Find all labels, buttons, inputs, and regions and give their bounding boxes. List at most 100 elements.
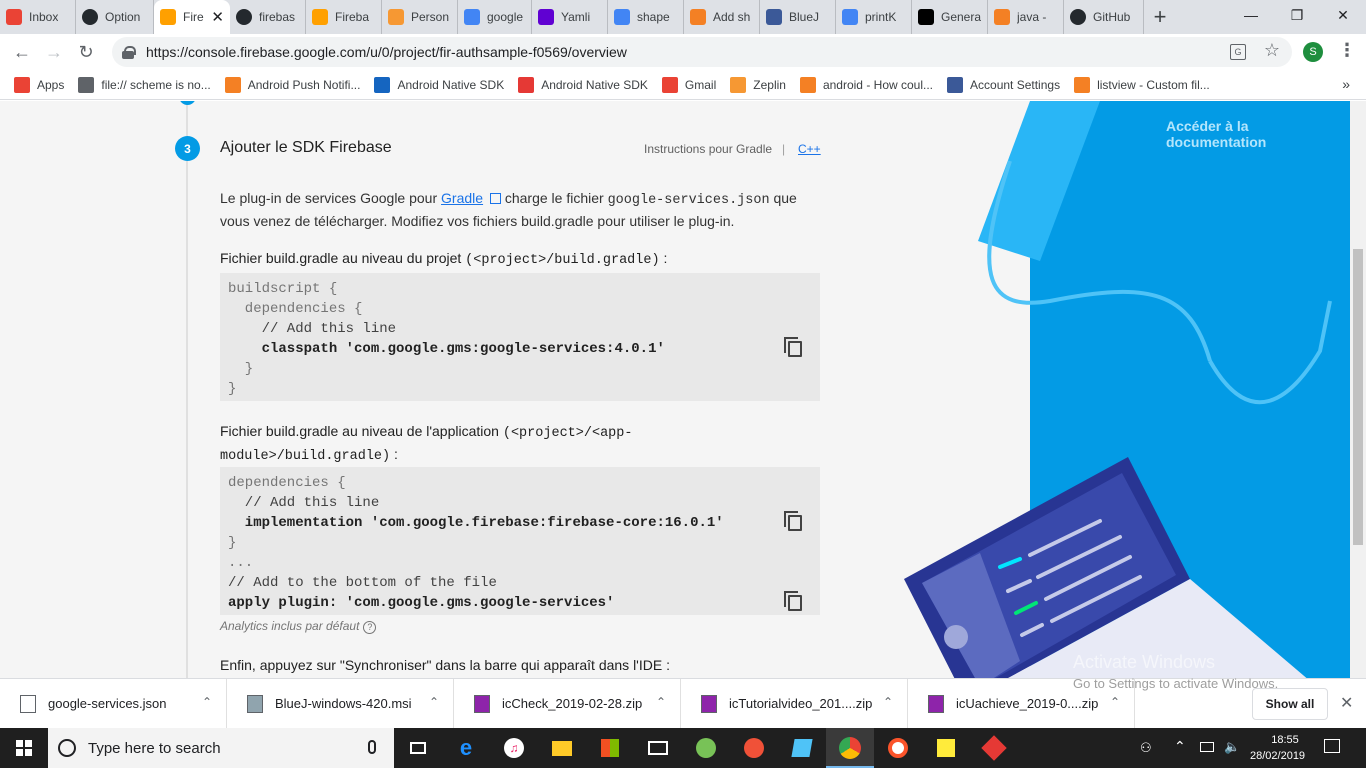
- bookmark-item[interactable]: file:// scheme is no...: [78, 76, 211, 93]
- activate-windows-watermark: Activate Windows: [1073, 652, 1216, 672]
- battery-icon[interactable]: [1200, 742, 1214, 752]
- browser-tab[interactable]: BlueJ: [760, 0, 836, 34]
- bookmark-label: Gmail: [684, 77, 717, 92]
- chrome-icon[interactable]: [826, 728, 874, 768]
- browser-tab[interactable]: java -: [988, 0, 1064, 34]
- lock-icon: [122, 45, 136, 59]
- bookmark-item[interactable]: Android Native SDK: [374, 76, 504, 93]
- browser-tab[interactable]: Option: [76, 0, 154, 34]
- bookmark-item[interactable]: Android Push Notifi...: [224, 76, 360, 93]
- microphone-icon[interactable]: [368, 740, 376, 754]
- zeplin-icon: [730, 76, 747, 93]
- docs-link[interactable]: Accéder à la documentation: [1166, 118, 1350, 150]
- gradle-link[interactable]: Gradle: [441, 190, 483, 206]
- file-icon: [78, 76, 95, 93]
- edge-icon[interactable]: e: [442, 728, 490, 768]
- bookmark-item[interactable]: Apps: [14, 76, 65, 93]
- reload-icon[interactable]: ↻: [70, 36, 102, 68]
- cpp-instructions-link[interactable]: C++: [798, 142, 821, 156]
- external-link-icon[interactable]: [489, 193, 501, 204]
- system-clock[interactable]: 18:55 28/02/2019: [1240, 732, 1305, 764]
- bookmark-item[interactable]: Account Settings: [947, 76, 1060, 93]
- bookmark-label: Apps: [37, 77, 65, 92]
- windows-start-button[interactable]: [0, 728, 48, 768]
- browser-tab[interactable]: firebas: [230, 0, 306, 34]
- back-arrow-icon[interactable]: ←: [6, 36, 38, 68]
- download-item[interactable]: icCheck_2019-02-28.zip ⌃: [454, 678, 681, 729]
- browser-tab[interactable]: Person: [382, 0, 458, 34]
- close-downloads-icon[interactable]: ✕: [1340, 693, 1353, 713]
- taskbar-search-box[interactable]: Type here to search: [48, 728, 394, 768]
- volume-icon[interactable]: 🔈: [1224, 739, 1240, 755]
- bookmark-label: Zeplin: [753, 77, 786, 92]
- chevron-up-icon[interactable]: ⌃: [202, 695, 212, 709]
- task-view-icon[interactable]: [394, 728, 442, 768]
- bookmark-item[interactable]: android - How coul...: [799, 76, 933, 93]
- new-tab-button[interactable]: +: [1144, 0, 1176, 34]
- bookmark-item[interactable]: listview - Custom fil...: [1074, 76, 1210, 93]
- itunes-icon[interactable]: ♫: [490, 728, 538, 768]
- browser-tab[interactable]: Inbox: [0, 0, 76, 34]
- browser-tab[interactable]: GitHub: [1064, 0, 1144, 34]
- notes-app-icon[interactable]: [778, 728, 826, 768]
- close-tab-icon[interactable]: ✕: [207, 8, 224, 26]
- bookmark-star-icon[interactable]: ☆: [1264, 40, 1280, 61]
- chevron-up-icon[interactable]: ⌃: [429, 695, 439, 709]
- translate-icon[interactable]: G: [1230, 44, 1246, 60]
- page-scrollbar[interactable]: [1350, 101, 1366, 678]
- sticky-notes-icon[interactable]: [922, 728, 970, 768]
- chevron-up-icon[interactable]: ⌃: [1110, 695, 1120, 709]
- file-explorer-icon[interactable]: [538, 728, 586, 768]
- notifications-icon[interactable]: [1324, 739, 1340, 753]
- download-item[interactable]: google-services.json ⌃: [0, 678, 227, 729]
- copy-icon[interactable]: [784, 591, 802, 611]
- people-icon[interactable]: ⚇: [1140, 740, 1152, 756]
- chevron-up-icon[interactable]: ⌃: [656, 695, 666, 709]
- profile-avatar[interactable]: S: [1303, 42, 1323, 62]
- browser-tab[interactable]: Yamli: [532, 0, 608, 34]
- tray-chevron-icon[interactable]: ⌃: [1174, 738, 1186, 755]
- help-icon[interactable]: ?: [363, 620, 377, 634]
- copy-icon[interactable]: [784, 337, 802, 357]
- close-window-button[interactable]: ✕: [1320, 0, 1366, 30]
- mail-icon[interactable]: [634, 728, 682, 768]
- browser-tab[interactable]: printK: [836, 0, 912, 34]
- android-studio-icon[interactable]: [682, 728, 730, 768]
- intro-filename: google-services.json: [607, 193, 770, 208]
- url-bar[interactable]: https://console.firebase.google.com/u/0/…: [112, 37, 1292, 67]
- menu-kebab-icon[interactable]: ⋮: [1338, 40, 1356, 61]
- show-all-downloads-button[interactable]: Show all: [1252, 688, 1328, 720]
- download-item[interactable]: icTutorialvideo_201....zip ⌃: [681, 678, 908, 729]
- tab-title: google: [487, 10, 524, 24]
- winrar-icon: [474, 694, 490, 713]
- browser-tab[interactable]: google: [458, 0, 532, 34]
- chevron-up-icon[interactable]: ⌃: [883, 695, 893, 709]
- store-icon[interactable]: [586, 728, 634, 768]
- label-path: module>/build.gradle): [220, 449, 391, 464]
- browser-tab[interactable]: Add sh: [684, 0, 760, 34]
- download-item[interactable]: BlueJ-windows-420.msi ⌃: [227, 678, 454, 729]
- browser-tab[interactable]: Genera: [912, 0, 988, 34]
- browser-tab[interactable]: shape: [608, 0, 684, 34]
- bookmark-item[interactable]: Gmail: [661, 76, 717, 93]
- tab-title: BlueJ: [789, 10, 820, 24]
- swift-icon[interactable]: [730, 728, 778, 768]
- gradle-instructions-tab[interactable]: Instructions pour Gradle: [644, 142, 772, 156]
- app-code-block: dependencies { // Add this line implemen…: [220, 467, 820, 615]
- browser-tab[interactable]: Fire ✕: [154, 0, 230, 34]
- copy-icon[interactable]: [784, 511, 802, 531]
- browser-tab[interactable]: Fireba: [306, 0, 382, 34]
- bookmark-item[interactable]: Zeplin: [730, 76, 786, 93]
- scrollbar-thumb[interactable]: [1353, 249, 1363, 545]
- bookmark-item[interactable]: Android Native SDK: [518, 76, 648, 93]
- maximize-button[interactable]: ❐: [1274, 0, 1320, 30]
- intro-text: Le plug-in de services Google pour: [220, 190, 442, 206]
- tab-title: Yamli: [561, 10, 591, 24]
- git-tool-icon[interactable]: [970, 728, 1018, 768]
- brave-icon[interactable]: [874, 728, 922, 768]
- browser-tab-strip: Inbox Option Fire ✕ firebas Fireba Person googl…: [0, 0, 1366, 34]
- more-bookmarks-chevron[interactable]: »: [1342, 76, 1350, 92]
- minimize-button[interactable]: —: [1228, 0, 1274, 30]
- forward-arrow-icon[interactable]: →: [38, 36, 70, 68]
- google-icon: [842, 9, 858, 25]
